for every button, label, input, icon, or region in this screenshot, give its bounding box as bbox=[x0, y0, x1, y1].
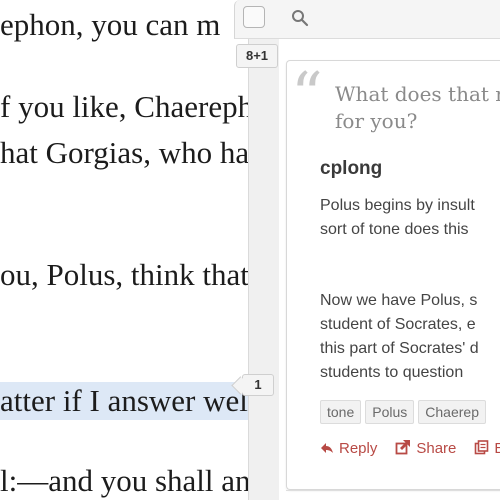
annotation-body: Polus begins by insult sort of tone does… bbox=[320, 194, 500, 242]
document-line: l:—and you shall ans bbox=[0, 463, 263, 498]
divider bbox=[286, 490, 500, 491]
share-label: Share bbox=[416, 440, 457, 457]
annotation-actions: Reply Share E bbox=[320, 439, 500, 458]
edit-icon bbox=[475, 440, 489, 455]
body-line: sort of tone does this bbox=[320, 221, 469, 238]
reply-label: Reply bbox=[339, 440, 378, 457]
tag[interactable]: Polus bbox=[365, 400, 415, 424]
reply-icon bbox=[321, 443, 333, 453]
quote-line: What does that m bbox=[335, 82, 500, 106]
tag[interactable]: tone bbox=[320, 400, 362, 424]
annotation-card[interactable]: “ What does that m for you? cplong Polus… bbox=[286, 58, 500, 490]
quote-mark-icon: “ bbox=[291, 58, 323, 131]
annotation-quote: What does that m for you? bbox=[335, 81, 500, 135]
sidebar-toggle-handle[interactable] bbox=[243, 6, 265, 28]
document-line: hat Gorgias, who ha bbox=[0, 135, 250, 170]
document-line: ephon, you can m bbox=[0, 7, 221, 42]
share-button[interactable]: Share bbox=[395, 439, 456, 457]
reply-button[interactable]: Reply bbox=[320, 440, 377, 457]
annotation-username[interactable]: cplong bbox=[320, 158, 382, 180]
edit-button[interactable]: E bbox=[474, 440, 500, 457]
body-line: Now we have Polus, s bbox=[320, 292, 478, 309]
document-text: ephon, you can m f you like, Chaereph ha… bbox=[0, 0, 280, 500]
document-line: ou, Polus, think that bbox=[0, 257, 249, 292]
sidebar-strip bbox=[248, 0, 279, 500]
tag-list: tone Polus Chaerep bbox=[320, 400, 490, 424]
document-line: f you like, Chaereph bbox=[0, 89, 254, 124]
annotation-body: Now we have Polus, s student of Socrates… bbox=[320, 289, 500, 385]
edit-label: E bbox=[494, 440, 500, 457]
line-annotation-badge[interactable]: 1 bbox=[242, 374, 274, 396]
body-line: student of Socrates, e bbox=[320, 316, 476, 333]
share-icon bbox=[395, 440, 411, 455]
body-line: this part of Socrates' d bbox=[320, 340, 479, 357]
sidebar-toolbar bbox=[234, 0, 500, 39]
body-line: Polus begins by insult bbox=[320, 197, 475, 214]
annotation-count-badge[interactable]: 8+1 bbox=[236, 44, 278, 68]
body-line: students to question bbox=[320, 364, 464, 381]
tag[interactable]: Chaerep bbox=[418, 400, 486, 424]
search-icon[interactable] bbox=[291, 9, 309, 27]
quote-line: for you? bbox=[335, 109, 418, 133]
